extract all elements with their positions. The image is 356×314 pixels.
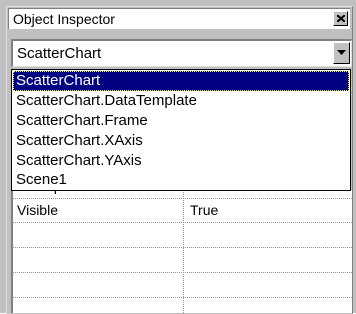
dropdown-item[interactable]: ScatterChart.DataTemplate xyxy=(13,91,349,111)
object-dropdown-list[interactable]: ScatterChart ScatterChart.DataTemplate S… xyxy=(11,69,351,191)
object-selector-value: ScatterChart xyxy=(17,45,102,62)
chevron-down-icon xyxy=(337,50,346,55)
dropdown-item[interactable]: ScatterChart.YAxis xyxy=(13,151,349,171)
title-bar[interactable]: Object Inspector xyxy=(8,8,350,29)
dropdown-item[interactable]: ScatterChart xyxy=(13,71,349,91)
close-icon xyxy=(337,15,345,22)
close-button[interactable] xyxy=(333,11,348,26)
property-name: Visible xyxy=(17,202,58,218)
dropdown-item[interactable]: ScatterChart.XAxis xyxy=(13,131,349,151)
object-inspector-window: Object Inspector ScatterChart ToolTipTex… xyxy=(0,0,356,314)
object-selector-combobox[interactable]: ScatterChart xyxy=(11,39,352,67)
dropdown-item[interactable]: ScatterChart.Frame xyxy=(13,111,349,131)
dropdown-button[interactable] xyxy=(333,42,350,64)
column-divider[interactable] xyxy=(183,190,184,313)
property-value[interactable]: True xyxy=(190,202,218,218)
property-grid: ToolTipText Visible True xyxy=(11,186,352,313)
dropdown-item[interactable]: Scene1 xyxy=(13,170,349,190)
window-title: Object Inspector xyxy=(13,11,115,27)
